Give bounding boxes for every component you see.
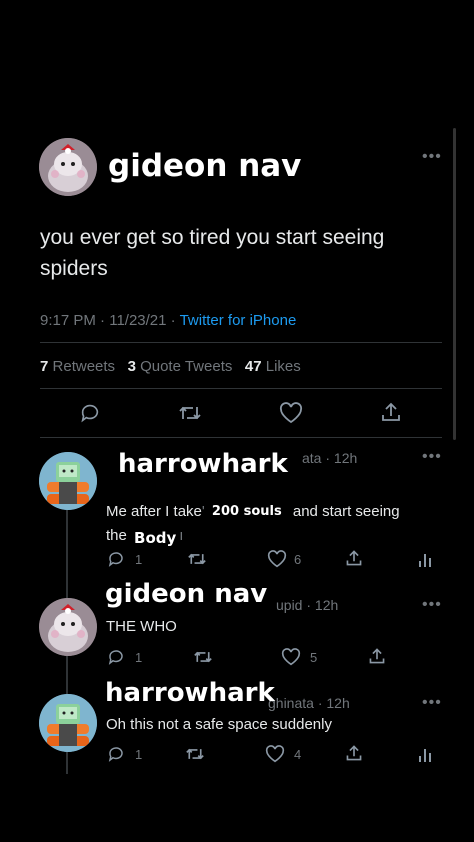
avatar[interactable] bbox=[39, 138, 97, 196]
reply-author-name[interactable]: gideon nav bbox=[105, 579, 267, 609]
reply-meta: upid · 12h bbox=[276, 597, 339, 613]
reply-time: 12h bbox=[326, 695, 350, 711]
more-icon[interactable]: ••• bbox=[422, 148, 442, 166]
reply-time: 12h bbox=[314, 597, 339, 613]
divider bbox=[40, 388, 442, 389]
reply-text: THE WHO bbox=[106, 618, 177, 635]
heart-icon[interactable] bbox=[279, 402, 303, 424]
retweets-label: Retweets bbox=[52, 358, 116, 375]
reply-author-name[interactable]: harrowhark bbox=[105, 678, 275, 708]
share-icon[interactable] bbox=[345, 744, 363, 762]
reply-count: 1 bbox=[135, 552, 143, 567]
reply-count: 1 bbox=[135, 747, 143, 762]
like-count: 5 bbox=[310, 650, 318, 665]
reply-time: 12h bbox=[333, 450, 358, 466]
retweet-icon[interactable] bbox=[187, 550, 207, 568]
retweet-icon[interactable] bbox=[178, 402, 202, 424]
avatar[interactable] bbox=[39, 452, 97, 510]
share-icon[interactable] bbox=[368, 647, 386, 665]
reply-icon[interactable] bbox=[107, 745, 125, 763]
likes-link[interactable]: 47 Likes bbox=[245, 358, 301, 375]
reply-icon[interactable] bbox=[107, 648, 125, 666]
reply-count: 1 bbox=[135, 650, 143, 665]
quotes-link[interactable]: 3 Quote Tweets bbox=[128, 358, 233, 375]
reply-text-part: the bbox=[106, 527, 127, 544]
tweet-stats: 7 Retweets 3 Quote Tweets 47 Likes bbox=[40, 358, 301, 375]
likes-count: 47 bbox=[244, 358, 262, 375]
avatar[interactable] bbox=[39, 598, 97, 656]
reply-handle[interactable]: ata bbox=[302, 450, 321, 466]
more-icon[interactable]: ••• bbox=[422, 596, 442, 614]
more-icon[interactable]: ••• bbox=[422, 694, 442, 712]
retweet-icon[interactable] bbox=[185, 745, 205, 763]
share-icon[interactable] bbox=[380, 401, 402, 423]
divider bbox=[40, 342, 442, 343]
text-sticker: Body bbox=[131, 529, 180, 547]
scrollbar[interactable] bbox=[453, 128, 456, 440]
more-icon[interactable]: ••• bbox=[422, 448, 442, 466]
analytics-icon[interactable] bbox=[418, 552, 432, 568]
like-count: 6 bbox=[294, 552, 302, 567]
tweet-source-link[interactable]: Twitter for iPhone bbox=[180, 312, 297, 329]
text-sticker: 200 souls bbox=[208, 504, 285, 519]
reply-text-part: and start seeing bbox=[292, 503, 400, 520]
reply-meta: ata · 12h bbox=[302, 450, 358, 466]
heart-icon[interactable] bbox=[267, 550, 287, 568]
reply-icon[interactable] bbox=[79, 402, 101, 424]
avatar[interactable] bbox=[39, 694, 97, 752]
tweet-date: 11/23/21 bbox=[109, 312, 167, 329]
reply-text: Me after I take' 200 souls and start see… bbox=[106, 503, 400, 547]
analytics-icon[interactable] bbox=[418, 747, 432, 763]
tweet-text: you ever get so tired you start seeing s… bbox=[40, 226, 385, 280]
retweets-count: 7 bbox=[40, 358, 49, 375]
thread-line bbox=[66, 752, 68, 774]
heart-icon[interactable] bbox=[281, 648, 301, 666]
thread-line bbox=[66, 510, 68, 600]
retweets-link[interactable]: 7 Retweets bbox=[40, 358, 115, 375]
reply-text: Oh this not a safe space suddenly bbox=[106, 716, 332, 733]
reply-text-part: Me after I take bbox=[106, 503, 202, 520]
divider bbox=[40, 437, 442, 438]
reply-meta: ghinata · 12h bbox=[268, 695, 350, 711]
reply-handle[interactable]: upid bbox=[276, 597, 302, 613]
quotes-label: Quote Tweets bbox=[140, 358, 233, 375]
retweet-icon[interactable] bbox=[193, 648, 213, 666]
thread-line bbox=[66, 656, 68, 696]
tweet-meta: 9:17 PM · 11/23/21 · Twitter for iPhone bbox=[40, 312, 297, 329]
reply-icon[interactable] bbox=[107, 550, 125, 568]
likes-label: Likes bbox=[265, 358, 301, 375]
like-count: 4 bbox=[294, 747, 302, 762]
quotes-count: 3 bbox=[127, 358, 136, 375]
tweet-author-name[interactable]: gideon nav bbox=[108, 148, 301, 184]
share-icon[interactable] bbox=[345, 549, 363, 567]
heart-icon[interactable] bbox=[265, 745, 285, 763]
reply-author-name[interactable]: harrowhark bbox=[118, 449, 288, 479]
tweet-time: 9:17 PM bbox=[40, 312, 96, 329]
